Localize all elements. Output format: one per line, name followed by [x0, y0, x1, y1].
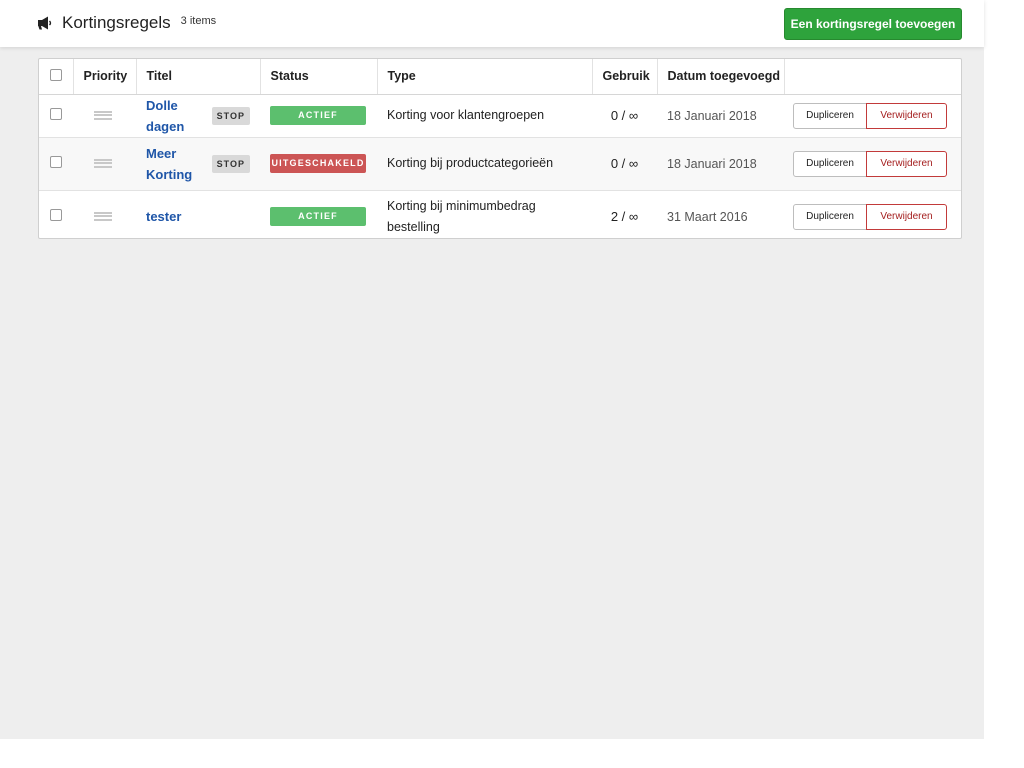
- add-discount-rule-button[interactable]: Een kortingsregel toevoegen: [784, 8, 962, 40]
- delete-button[interactable]: Verwijderen: [866, 102, 947, 129]
- rule-title-link[interactable]: Meer Korting: [146, 143, 198, 185]
- stop-tag: STOP: [211, 106, 250, 125]
- type-cell: Korting bij minimumbedrag bestelling: [387, 198, 536, 234]
- type-cell: Korting voor klantengroepen: [377, 94, 592, 138]
- delete-button[interactable]: Verwijderen: [866, 150, 947, 177]
- title-cell: Dolle dagen STOP: [136, 94, 260, 138]
- discount-rules-table: Priority Titel Status Type Gebruik Datum…: [38, 58, 962, 239]
- usage-cell: 2 / ∞: [610, 209, 639, 225]
- megaphone-icon: [38, 16, 52, 30]
- page-header: Kortingsregels 3 items: [37, 13, 216, 33]
- table-row: Dolle dagen STOP ACTIEF Korting voor kla…: [39, 94, 961, 138]
- status-cell: ACTIEF: [260, 190, 377, 243]
- type-cell: Korting bij productcategorieën: [377, 137, 592, 191]
- column-header-usage[interactable]: Gebruik: [592, 59, 658, 95]
- status-cell: ACTIEF: [260, 94, 377, 138]
- status-badge: ACTIEF: [270, 106, 366, 125]
- row-checkbox[interactable]: [50, 156, 62, 168]
- rule-title-link[interactable]: Dolle dagen: [146, 95, 212, 137]
- date-added-cell: 18 Januari 2018: [657, 94, 784, 138]
- select-all-checkbox[interactable]: [50, 68, 62, 81]
- column-header-actions: [784, 59, 961, 95]
- column-header-title[interactable]: Titel: [136, 59, 261, 95]
- row-select-cell: [39, 94, 73, 138]
- date-added-cell: 18 Januari 2018: [657, 137, 784, 191]
- title-cell: tester: [136, 190, 260, 243]
- priority-cell: [73, 190, 136, 243]
- delete-button[interactable]: Verwijderen: [866, 203, 947, 230]
- priority-cell: [73, 94, 136, 138]
- status-badge: UITGESCHAKELD: [270, 154, 366, 173]
- priority-cell: [73, 137, 136, 191]
- actions-cell: Dupliceren Verwijderen: [784, 94, 961, 138]
- table-header-row: Priority Titel Status Type Gebruik Datum…: [39, 59, 961, 95]
- rule-title-link[interactable]: tester: [146, 206, 181, 227]
- row-select-cell: [39, 190, 73, 243]
- actions-cell: Dupliceren Verwijderen: [784, 190, 961, 243]
- item-count: 3 items: [180, 15, 217, 27]
- row-select-cell: [39, 137, 73, 191]
- column-header-status[interactable]: Status: [260, 59, 378, 95]
- usage-cell: 0 / ∞: [592, 137, 657, 191]
- row-checkbox[interactable]: [50, 209, 62, 222]
- drag-handle-icon[interactable]: [94, 211, 112, 221]
- page-title: Kortingsregels: [62, 13, 171, 32]
- status-badge: ACTIEF: [270, 207, 366, 227]
- top-bar: Kortingsregels 3 items Een kortingsregel…: [0, 0, 984, 47]
- date-added-cell: 31 Maart 2016: [667, 209, 748, 224]
- duplicate-button[interactable]: Dupliceren: [793, 203, 867, 230]
- actions-cell: Dupliceren Verwijderen: [784, 137, 961, 191]
- column-header-type[interactable]: Type: [377, 59, 593, 95]
- select-all-cell: [39, 59, 74, 95]
- usage-cell: 0 / ∞: [592, 94, 657, 138]
- status-cell: UITGESCHAKELD: [260, 137, 377, 191]
- drag-handle-icon[interactable]: [94, 158, 112, 168]
- stop-tag: STOP: [211, 154, 250, 173]
- table-row: tester ACTIEF Korting bij minimumbedrag …: [39, 190, 961, 243]
- app-background: Kortingsregels 3 items Een kortingsregel…: [0, 0, 984, 739]
- column-header-priority[interactable]: Priority: [73, 59, 137, 95]
- drag-handle-icon[interactable]: [94, 110, 112, 120]
- duplicate-button[interactable]: Dupliceren: [793, 150, 867, 177]
- row-checkbox[interactable]: [50, 108, 62, 120]
- title-cell: Meer Korting STOP: [136, 137, 260, 191]
- table-row: Meer Korting STOP UITGESCHAKELD Korting …: [39, 137, 961, 191]
- duplicate-button[interactable]: Dupliceren: [793, 102, 867, 129]
- column-header-date-added[interactable]: Datum toegevoegd: [657, 59, 785, 95]
